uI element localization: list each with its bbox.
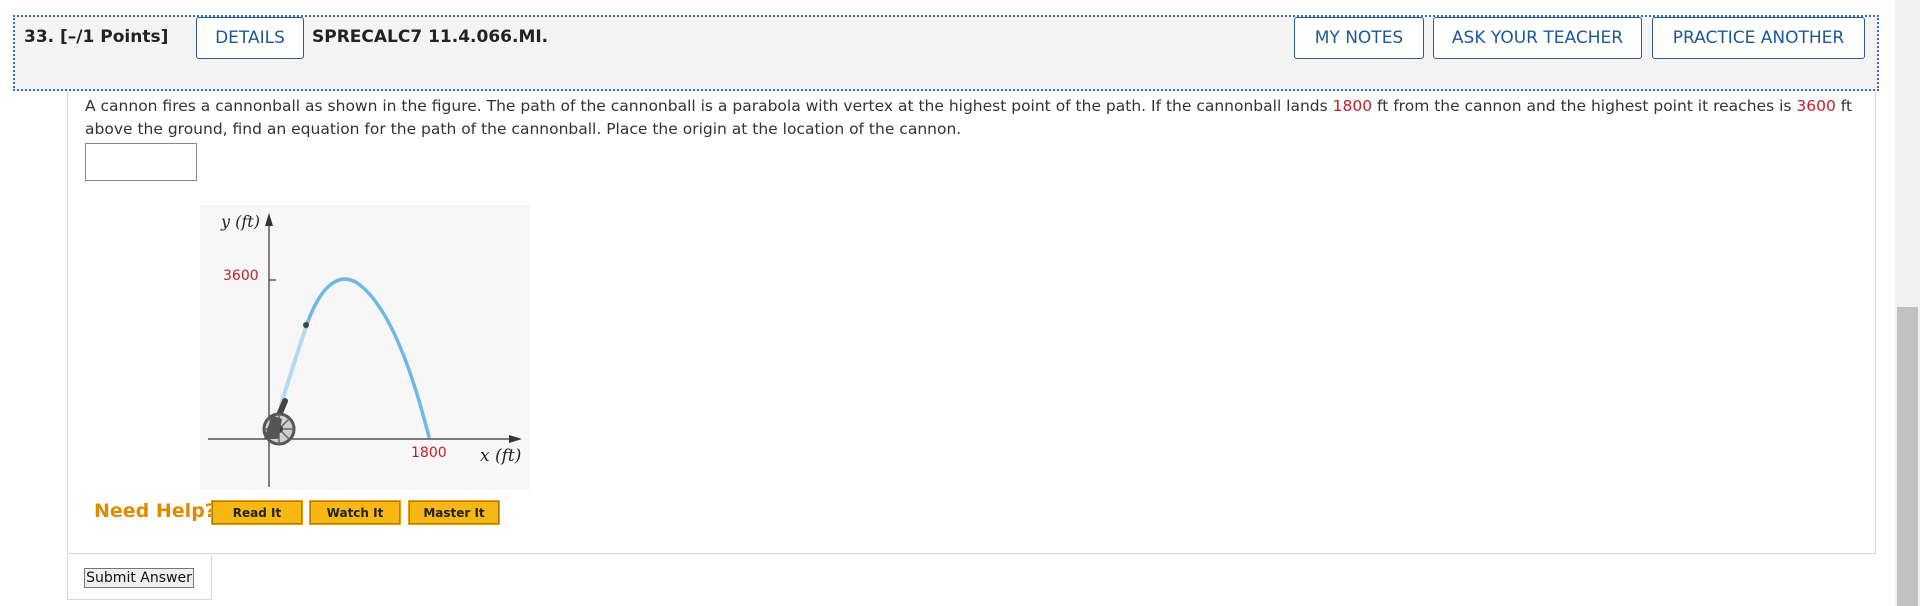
height-value: 3600: [1796, 97, 1836, 115]
distance-value: 1800: [1332, 97, 1373, 115]
question-code: SPRECALC7 11.4.066.MI.: [312, 27, 549, 47]
master-it-button[interactable]: Master It: [408, 500, 500, 525]
need-help-label: Need Help?: [94, 500, 216, 522]
answer-input[interactable]: [85, 143, 197, 181]
submit-answer-button[interactable]: Submit Answer: [84, 568, 194, 588]
details-button[interactable]: DETAILS: [196, 17, 304, 59]
ask-your-teacher-button[interactable]: ASK YOUR TEACHER: [1433, 17, 1642, 59]
practice-another-button[interactable]: PRACTICE ANOTHER: [1652, 17, 1865, 59]
cannonball: [303, 322, 309, 328]
scrollbar-thumb[interactable]: [1897, 307, 1918, 606]
question-number-points: 33. [–/1 Points]: [24, 27, 169, 47]
x-axis-label: x (ft): [480, 446, 521, 466]
question-text: A cannon fires a cannonball as shown in …: [85, 97, 1853, 138]
y-axis-label: y (ft): [220, 212, 260, 231]
x-tick-label: 1800: [411, 445, 447, 461]
read-it-button[interactable]: Read It: [211, 500, 303, 525]
cannon-figure: y (ft) x (ft) 3600 1800: [200, 205, 530, 490]
watch-it-button[interactable]: Watch It: [309, 500, 401, 525]
y-tick-label: 3600: [223, 268, 259, 284]
my-notes-button[interactable]: MY NOTES: [1294, 17, 1424, 59]
